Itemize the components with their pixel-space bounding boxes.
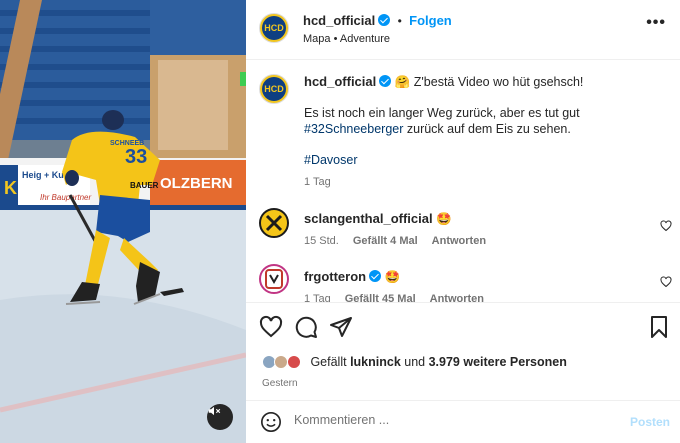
post-date[interactable]: Gestern [262,378,298,389]
share-send-icon[interactable] [329,315,353,339]
board-right-text: OLZBERN [160,175,233,192]
caption-line2: Es ist noch ein langer Weg zurück, aber … [304,106,580,120]
post-comment-button[interactable]: Posten [630,415,670,429]
verified-badge-icon [378,14,391,26]
bookmark-icon[interactable] [647,315,671,339]
author-avatar[interactable]: HCD [259,13,289,43]
like-comment-heart-icon[interactable] [660,276,672,288]
follow-button[interactable]: Folgen [409,13,452,28]
comment-time[interactable]: 1 Tag [304,293,331,302]
comment-input[interactable] [294,413,614,427]
comment-item: frgotteron 🤩 1 Tag Gefällt 45 Mal Antworte… [246,264,680,302]
jersey-number: 33 [125,146,147,168]
post-caption: hcd_official 🤗 Z'bestä Video wo hüt gseh… [304,74,654,190]
more-options-icon[interactable]: ••• [646,14,666,32]
liker-avatar [286,355,301,369]
hcd-logo-text: HCD [264,23,284,33]
comment-text: 🤩 [384,270,401,284]
dragon-logo-icon [265,269,283,289]
liked-by-username[interactable]: lukninck [350,355,401,369]
comment-time[interactable]: 15 Std. [304,235,339,247]
caption-line1: Z'bestä Video wo hüt gsehsch! [410,75,584,89]
comment-bubble-icon[interactable] [294,315,318,339]
commenter-avatar[interactable] [259,208,289,238]
commenter-avatar[interactable] [259,264,289,294]
caption-line3: zurück auf dem Eis zu sehen. [403,122,571,136]
caption-author-avatar[interactable]: HCD [259,74,289,104]
board-left-text2: Ihr Baupartner [40,193,91,202]
reply-button[interactable]: Antworten [430,293,484,302]
comment-composer: Posten [246,400,680,443]
hashtag-link[interactable]: #Davoser [304,153,358,167]
header-separator: • [397,14,402,28]
like-comment-heart-icon[interactable] [660,220,672,232]
commenter-username[interactable]: sclangenthal_official [304,211,433,226]
hockey-scene-image: K Heig + Kuml Ihr Baupartner OLZBERN 33 … [0,0,246,443]
likes-summary[interactable]: Gefällt lukninck und 3.979 weitere Perso… [262,355,567,369]
hcd-logo-text: HCD [264,84,284,94]
caption-username[interactable]: hcd_official [304,74,376,89]
post-location[interactable]: Mapa • Adventure [303,33,390,45]
commenter-username[interactable]: frgotteron [304,269,366,284]
comment-likes[interactable]: Gefällt 45 Mal [345,293,416,302]
comment-text: 🤩 [436,212,452,226]
post-actions: Gefällt lukninck und 3.979 weitere Perso… [246,302,680,400]
jersey-sponsor: BAUER [130,181,159,190]
emoji-picker-icon[interactable] [260,411,282,433]
post-media-video[interactable]: K Heig + Kuml Ihr Baupartner OLZBERN 33 … [0,0,246,443]
author-username[interactable]: hcd_official [303,13,375,28]
caption-emoji: 🤗 [394,75,411,89]
comments-list[interactable]: HCD hcd_official 🤗 Z'bestä Video wo hüt … [246,61,680,302]
likes-prefix: Gefällt [310,355,351,369]
caption-time[interactable]: 1 Tag [304,174,654,190]
crossed-sticks-icon [265,214,283,232]
verified-badge-icon [379,75,392,87]
likes-middle: und [400,355,429,369]
like-heart-icon[interactable] [259,315,283,339]
comment-likes[interactable]: Gefällt 4 Mal [353,235,418,247]
comment-item: sclangenthal_official 🤩 15 Std. Gefällt 4… [246,208,680,258]
post-sidebar: HCD hcd_official • Folgen Mapa • Adventu… [246,0,680,443]
speaker-muted-icon [208,406,221,416]
mute-toggle-button[interactable] [207,404,233,430]
svg-text:K: K [4,178,17,198]
likes-count[interactable]: 3.979 weitere Personen [429,355,567,369]
post-header: HCD hcd_official • Folgen Mapa • Adventu… [246,0,680,60]
reply-button[interactable]: Antworten [432,235,486,247]
jersey-name: SCHNEEB [110,140,144,147]
hashtag-link[interactable]: #32Schneeberger [304,122,403,136]
verified-badge-icon [369,270,382,282]
